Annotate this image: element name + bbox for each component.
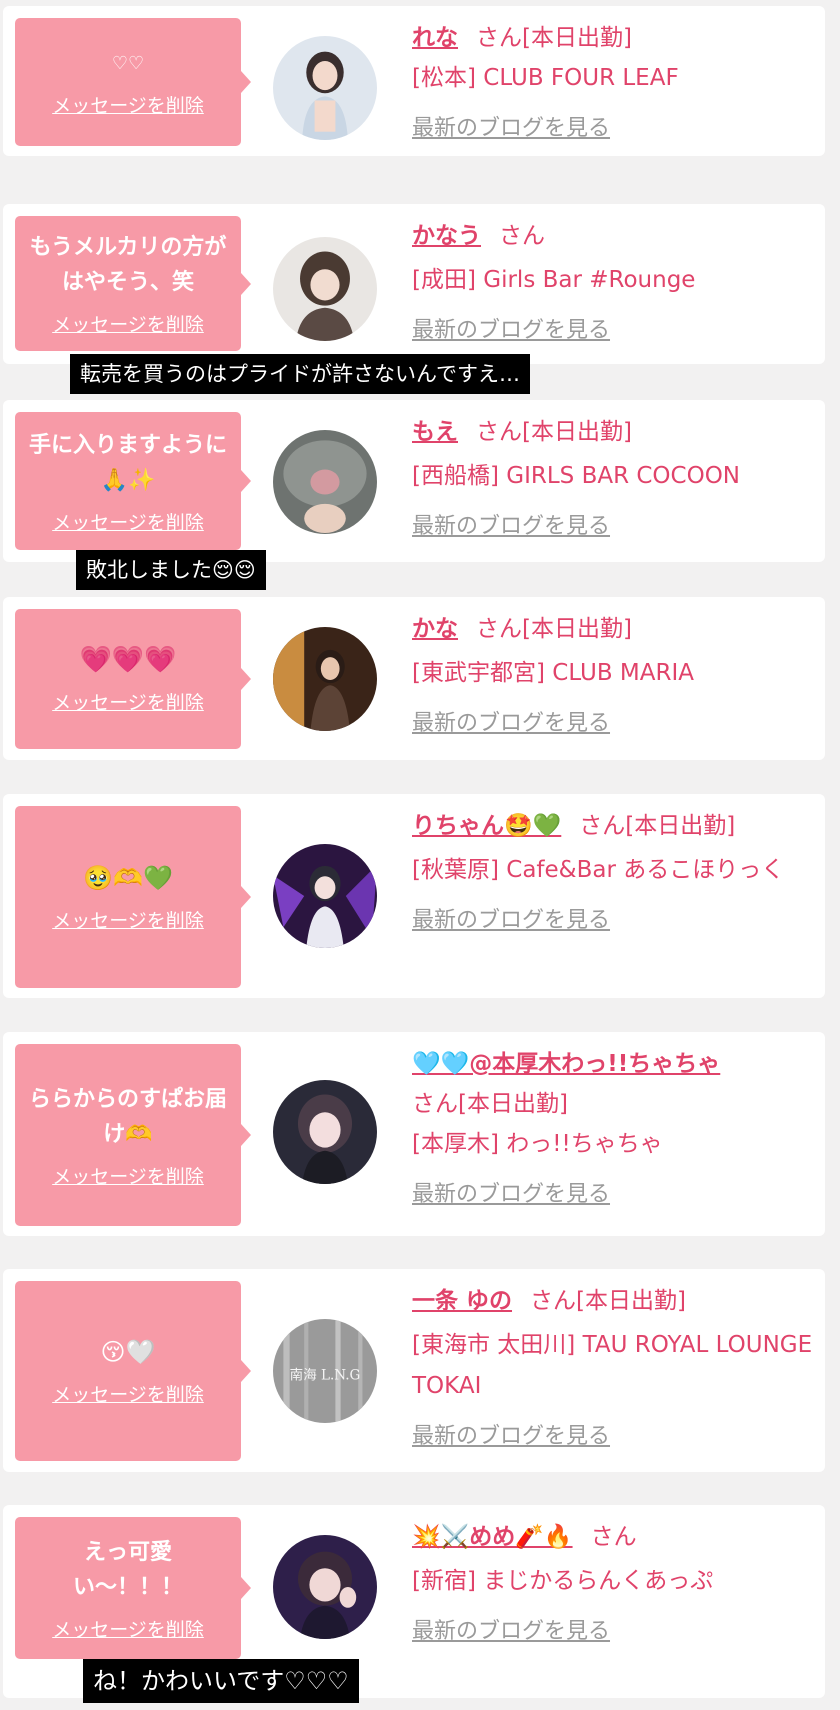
profile-info: 一条 ゆの さん[本日出勤] [東海市 太田川] TAU ROYAL LOUNGE… [412,1281,822,1457]
profile-name-link[interactable]: 🩵🩵@本厚木わっ!!ちゃちゃ [412,1051,720,1077]
blog-link[interactable]: 最新のブログを見る [412,704,610,744]
list-item: ららからのすぱお届け🫶 メッセージを削除 🩵🩵@本厚木わっ!!ちゃちゃ さん[本… [3,1032,825,1236]
honorific: さん [590,1524,637,1550]
avatar[interactable] [273,1080,377,1184]
honorific: さん [476,419,522,445]
status-badge: [本日出勤] [522,616,632,642]
message-bubble: 🥹🫶💚 メッセージを削除 [15,806,241,988]
shop-name: [秋葉原] Cafe&Bar あるこほりっく [412,857,785,883]
profile-info: 💥⚔️めめ🧨🔥 さん [新宿] まじかるらんくあっぷ 最新のブログを見る [412,1517,822,1652]
profile-name-link[interactable]: かな [412,616,458,642]
blog-link[interactable]: 最新のブログを見る [412,1612,610,1652]
delete-message-link[interactable]: メッセージを削除 [52,906,204,933]
delete-message-link[interactable]: メッセージを削除 [52,1162,204,1189]
blog-link[interactable]: 最新のブログを見る [412,109,610,149]
message-bubble: 😚🤍 メッセージを削除 [15,1281,241,1461]
delete-message-link[interactable]: メッセージを削除 [52,91,204,118]
avatar[interactable] [273,627,377,731]
profile-name-link[interactable]: 💥⚔️めめ🧨🔥 [412,1524,573,1550]
avatar[interactable] [273,237,377,341]
honorific: さん [530,1288,577,1314]
blog-link[interactable]: 最新のブログを見る [412,1417,610,1457]
delete-message-link[interactable]: メッセージを削除 [52,310,204,337]
delete-message-link[interactable]: メッセージを削除 [52,1380,204,1407]
list-item: 手に入りますように🙏✨ メッセージを削除 もえ さん[本日出勤] [西船橋] GI… [3,400,825,562]
profile-name-link[interactable]: かなう [412,223,481,249]
profile-name-link[interactable]: 一条 ゆの [412,1288,512,1314]
message-text: ららからのすぱお届け🫶 [28,1086,227,1147]
status-badge: [本日出勤] [576,1288,686,1314]
honorific: さん [579,813,626,839]
message-text: 😚🤍 [100,1338,156,1366]
profile-info: 🩵🩵@本厚木わっ!!ちゃちゃ さん[本日出勤] [本厚木] わっ!!ちゃちゃ 最… [412,1044,822,1215]
avatar-image: 南海 L.N.G [273,1319,377,1423]
list-item: 😚🤍 メッセージを削除 南海 L.N.G 一条 ゆの さん[本日出勤] [東海市 … [3,1269,825,1472]
message-text: ♡♡ [111,53,145,74]
shop-name: [東武宇都宮] CLUB MARIA [412,660,694,686]
message-bubble: 手に入りますように🙏✨ メッセージを削除 [15,412,241,550]
honorific: さん [412,1091,458,1117]
profile-name-link[interactable]: れな [412,25,458,51]
message-bubble: もうメルカリの方がはやそう、笑 メッセージを削除 [15,216,241,351]
message-text: えっ可愛い〜！！！ [72,1539,183,1600]
message-text: 💗💗💗 [79,645,177,675]
avatar[interactable] [273,1535,377,1639]
message-text: 🥹🫶💚 [83,864,173,892]
message-bubble: 💗💗💗 メッセージを削除 [15,609,241,749]
list-item: もうメルカリの方がはやそう、笑 メッセージを削除 かなう さん [成田] Girl… [3,204,825,364]
blog-link[interactable]: 最新のブログを見る [412,507,610,547]
list-item: ♡♡ メッセージを削除 れな さん[本日出勤] [松本] CLUB FOUR LE… [3,6,825,156]
profile-info: れな さん[本日出勤] [松本] CLUB FOUR LEAF 最新のブログを見る [412,18,822,149]
message-bubble: ♡♡ メッセージを削除 [15,18,241,146]
profile-info: かな さん[本日出勤] [東武宇都宮] CLUB MARIA 最新のブログを見る [412,609,822,744]
message-text: 手に入りますように🙏✨ [28,432,227,493]
message-bubble: ららからのすぱお届け🫶 メッセージを削除 [15,1044,241,1226]
avatar[interactable] [273,36,377,140]
message-text: もうメルカリの方がはやそう、笑 [29,235,227,295]
shop-name: [本厚木] わっ!!ちゃちゃ [412,1131,663,1157]
profile-name-link[interactable]: りちゃん🤩💚 [412,813,561,839]
honorific: さん [476,616,522,642]
blog-link[interactable]: 最新のブログを見る [412,1175,610,1215]
profile-info: かなう さん [成田] Girls Bar #Rounge 最新のブログを見る [412,216,822,351]
shop-name: [新宿] まじかるらんくあっぷ [412,1568,714,1594]
blog-link[interactable]: 最新のブログを見る [412,901,610,941]
avatar[interactable]: 南海 L.N.G [273,1319,377,1423]
message-bubble: えっ可愛い〜！！！ メッセージを削除 [15,1517,241,1659]
video-caption: 敗北しました😌😌 [76,550,266,590]
status-badge: [本日出勤] [625,813,736,839]
status-badge: [本日出勤] [522,25,632,51]
shop-name: [成田] Girls Bar #Rounge [412,267,696,293]
shop-name: [松本] CLUB FOUR LEAF [412,65,679,91]
shop-name: [東海市 太田川] TAU ROYAL LOUNGE TOKAI [412,1332,813,1399]
profile-name-link[interactable]: もえ [412,419,458,445]
profile-info: もえ さん[本日出勤] [西船橋] GIRLS BAR COCOON 最新のブログ… [412,412,822,547]
status-badge: [本日出勤] [458,1091,568,1117]
delete-message-link[interactable]: メッセージを削除 [52,688,204,715]
avatar[interactable] [273,430,377,534]
avatar[interactable] [273,844,377,948]
honorific: さん [476,25,522,51]
video-caption: 転売を買うのはプライドが許さないんですえ… [70,354,530,394]
shop-name: [西船橋] GIRLS BAR COCOON [412,463,741,489]
video-caption: ね！かわいいです♡♡♡ [83,1659,359,1703]
list-item: 💗💗💗 メッセージを削除 かな さん[本日出勤] [東武宇都宮] CLUB MAR… [3,597,825,760]
delete-message-link[interactable]: メッセージを削除 [52,508,204,535]
list-item: 🥹🫶💚 メッセージを削除 りちゃん🤩💚 さん[本日出勤] [秋葉原] Cafe&B… [3,794,825,998]
honorific: さん [499,223,545,249]
blog-link[interactable]: 最新のブログを見る [412,311,610,351]
avatar-text: 南海 L.N.G [290,1367,361,1383]
status-badge: [本日出勤] [522,419,632,445]
delete-message-link[interactable]: メッセージを削除 [52,1615,204,1642]
profile-info: りちゃん🤩💚 さん[本日出勤] [秋葉原] Cafe&Bar あるこほりっく 最新… [412,806,822,941]
